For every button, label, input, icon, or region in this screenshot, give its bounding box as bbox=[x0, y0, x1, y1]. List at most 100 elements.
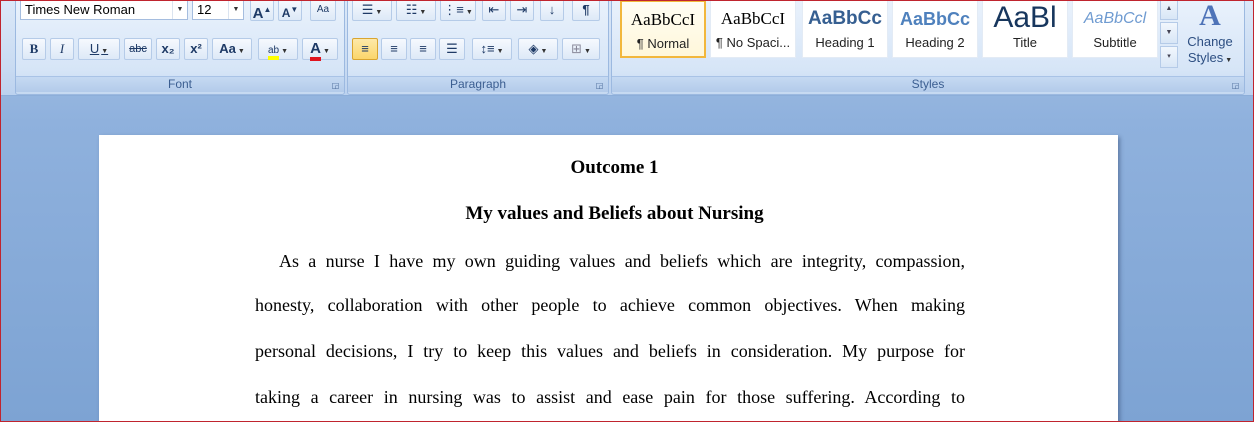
numbering-icon: ☷ bbox=[405, 2, 418, 17]
dialog-launcher-icon[interactable]: ◲ bbox=[1231, 81, 1240, 90]
chevron-down-icon[interactable]: ▼ bbox=[584, 48, 591, 55]
style-heading-1[interactable]: AaBbCc Heading 1 bbox=[802, 1, 888, 58]
bold-button[interactable]: B bbox=[22, 38, 46, 60]
change-styles-button[interactable]: A Change Styles ▼ bbox=[1182, 0, 1238, 72]
superscript-icon: x² bbox=[190, 41, 202, 56]
align-left-icon: ≡ bbox=[361, 41, 369, 56]
align-center-button[interactable]: ≡ bbox=[381, 38, 407, 60]
line-spacing-button[interactable]: ↕≡ ▼ bbox=[472, 38, 512, 60]
highlighter-icon: ab bbox=[267, 45, 280, 60]
decrease-indent-button[interactable]: ⇤ bbox=[482, 1, 506, 21]
multilevel-list-button[interactable]: ⋮≡ ▼ bbox=[440, 1, 476, 21]
grow-font-button[interactable]: A▲ bbox=[250, 1, 274, 22]
chevron-down-icon[interactable]: ▼ bbox=[238, 48, 245, 55]
underline-icon: U bbox=[89, 41, 100, 56]
chevron-down-icon[interactable]: ▼ bbox=[1160, 22, 1178, 44]
decrease-indent-icon: ⇤ bbox=[488, 2, 500, 17]
chevron-down-icon[interactable]: ▼ bbox=[228, 1, 243, 19]
chevron-down-icon[interactable]: ▼ bbox=[541, 48, 548, 55]
align-center-icon: ≡ bbox=[390, 41, 398, 56]
document-heading-outcome: Outcome 1 bbox=[570, 157, 659, 178]
sort-icon: ↓ bbox=[548, 2, 556, 17]
style-normal-name: ¶ Normal bbox=[636, 36, 690, 51]
justify-button[interactable]: ☰ bbox=[439, 38, 465, 60]
subscript-button[interactable]: x₂ bbox=[156, 38, 180, 60]
italic-button[interactable]: I bbox=[50, 38, 74, 60]
shading-button[interactable]: ◈ ▼ bbox=[518, 38, 558, 60]
chevron-down-icon[interactable]: ▼ bbox=[281, 48, 288, 55]
more-styles-icon[interactable]: ▾ bbox=[1160, 46, 1178, 68]
sort-button[interactable]: ↓ bbox=[540, 1, 564, 21]
change-styles-label-line2: Styles bbox=[1187, 50, 1224, 65]
font-size-input[interactable]: 12 ▼ bbox=[192, 1, 244, 20]
ribbon: Times New Roman ▼ 12 ▼ A▲ A▼ Aa B I U ▼ … bbox=[1, 1, 1253, 96]
pilcrow-icon: ¶ bbox=[582, 2, 590, 17]
multilevel-list-icon: ⋮≡ bbox=[443, 2, 464, 17]
strikethrough-button[interactable]: abc bbox=[124, 38, 152, 60]
grow-font-icon: A bbox=[252, 5, 264, 22]
superscript-button[interactable]: x² bbox=[184, 38, 208, 60]
style-no-spacing-sample: AaBbCcI bbox=[720, 9, 786, 28]
dialog-launcher-icon[interactable]: ◲ bbox=[331, 81, 340, 90]
document-page[interactable]: Outcome 1 My values and Beliefs about Nu… bbox=[99, 135, 1118, 421]
font-size-value: 12 bbox=[197, 2, 212, 17]
styles-group: AaBbCcI ¶ Normal AaBbCcI ¶ No Spaci... A… bbox=[611, 0, 1245, 95]
style-heading-2-sample: AaBbCc bbox=[899, 9, 970, 29]
bullets-button[interactable]: ☰ ▼ bbox=[352, 1, 392, 21]
paragraph-group: ☰ ▼ ☷ ▼ ⋮≡ ▼ ⇤ ⇥ ↓ ¶ ≡ ≡ ≡ ☰ ↕≡ ▼ ◈ ▼ ⊞ … bbox=[347, 1, 609, 95]
chevron-down-icon[interactable]: ▼ bbox=[466, 9, 473, 16]
borders-button[interactable]: ⊞ ▼ bbox=[562, 38, 600, 60]
shrink-font-button[interactable]: A▼ bbox=[278, 1, 302, 21]
style-title[interactable]: AaBl Title bbox=[982, 1, 1068, 58]
font-name-input[interactable]: Times New Roman ▼ bbox=[20, 1, 188, 20]
dialog-launcher-icon[interactable]: ◲ bbox=[595, 81, 604, 90]
font-name-value: Times New Roman bbox=[25, 2, 136, 17]
font-color-icon: A bbox=[310, 40, 321, 61]
styles-gallery-scroll: ▲ ▼ ▾ bbox=[1160, 1, 1178, 68]
style-subtitle[interactable]: AaBbCcl Subtitle bbox=[1072, 1, 1158, 58]
show-formatting-button[interactable]: ¶ bbox=[572, 1, 600, 21]
justify-icon: ☰ bbox=[446, 41, 458, 56]
change-case-icon: Aa bbox=[219, 41, 236, 56]
increase-indent-button[interactable]: ⇥ bbox=[510, 1, 534, 21]
chevron-down-icon: ▼ bbox=[1225, 57, 1233, 64]
style-heading-1-name: Heading 1 bbox=[815, 35, 875, 50]
clear-formatting-button[interactable]: Aa bbox=[310, 1, 336, 21]
align-right-icon: ≡ bbox=[419, 41, 427, 56]
chevron-down-icon[interactable]: ▼ bbox=[419, 9, 426, 16]
chevron-up-icon[interactable]: ▲ bbox=[1160, 1, 1178, 20]
numbering-button[interactable]: ☷ ▼ bbox=[396, 1, 436, 21]
document-text-line: honesty, collaboration with other people… bbox=[255, 295, 965, 315]
style-heading-2[interactable]: AaBbCc Heading 2 bbox=[892, 1, 978, 58]
chevron-down-icon[interactable]: ▼ bbox=[101, 48, 108, 55]
style-normal-sample: AaBbCcI bbox=[630, 10, 696, 29]
font-color-button[interactable]: A ▼ bbox=[302, 38, 338, 61]
styles-group-label: Styles bbox=[612, 76, 1244, 92]
highlight-button[interactable]: ab ▼ bbox=[258, 38, 298, 60]
style-title-sample: AaBl bbox=[993, 1, 1057, 34]
underline-button[interactable]: U ▼ bbox=[78, 38, 120, 60]
style-heading-2-name: Heading 2 bbox=[905, 35, 965, 50]
style-no-spacing[interactable]: AaBbCcI ¶ No Spaci... bbox=[710, 1, 796, 58]
style-subtitle-name: Subtitle bbox=[1093, 35, 1137, 50]
document-text-line: personal decisions, I try to keep this v… bbox=[255, 341, 965, 361]
eraser-icon: Aa bbox=[316, 4, 330, 15]
bullets-icon: ☰ bbox=[361, 2, 374, 17]
align-right-button[interactable]: ≡ bbox=[410, 38, 436, 60]
align-left-button[interactable]: ≡ bbox=[352, 38, 378, 60]
chevron-down-icon[interactable]: ▼ bbox=[375, 9, 382, 16]
paragraph-group-label: Paragraph bbox=[348, 76, 608, 92]
style-subtitle-sample: AaBbCcl bbox=[1083, 10, 1147, 27]
borders-icon: ⊞ bbox=[571, 41, 582, 56]
change-styles-icon: A bbox=[1199, 0, 1221, 32]
subscript-icon: x₂ bbox=[161, 41, 175, 56]
document-text-line: As a nurse I have my own guiding values … bbox=[279, 251, 965, 271]
chevron-down-icon[interactable]: ▼ bbox=[172, 1, 187, 19]
strikethrough-icon: abc bbox=[129, 43, 147, 55]
change-case-button[interactable]: Aa ▼ bbox=[212, 38, 252, 60]
chevron-down-icon[interactable]: ▼ bbox=[323, 48, 330, 55]
document-text-line: taking a career in nursing was to assist… bbox=[255, 387, 965, 407]
word-window: Times New Roman ▼ 12 ▼ A▲ A▼ Aa B I U ▼ … bbox=[0, 0, 1254, 422]
chevron-down-icon[interactable]: ▼ bbox=[497, 48, 504, 55]
style-normal[interactable]: AaBbCcI ¶ Normal bbox=[620, 1, 706, 58]
